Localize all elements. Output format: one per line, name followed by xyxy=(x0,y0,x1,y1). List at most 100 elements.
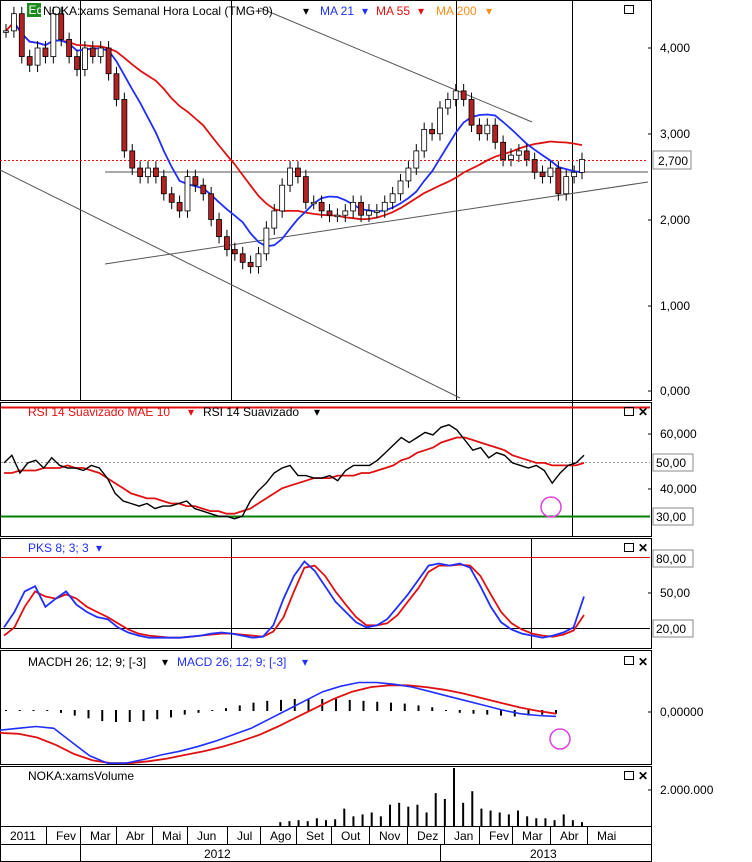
dropdown-arrow-icon[interactable]: ▾ xyxy=(303,4,309,18)
rsi-close-icon[interactable]: ✕ xyxy=(638,405,648,419)
candle-body xyxy=(405,167,412,182)
pks-label[interactable]: PKS 8; 3; 3 xyxy=(28,541,89,555)
month-label: Mai xyxy=(162,829,181,843)
candle-body xyxy=(216,219,222,238)
candle-body xyxy=(579,159,585,173)
rsi-mae-label[interactable]: RSI 14 Suavizado MAE 10 xyxy=(28,405,170,419)
svg-text:50,00: 50,00 xyxy=(660,586,690,600)
volume-label[interactable]: NOKA:xamsVolume xyxy=(28,769,134,783)
svg-text:80,00: 80,00 xyxy=(656,552,686,566)
month-label: Mar xyxy=(522,829,543,843)
macdh-dropdown-icon[interactable]: ▾ xyxy=(162,655,168,669)
year-2013: 2013 xyxy=(530,847,557,861)
month-label: 2011 xyxy=(10,829,36,843)
candle-body xyxy=(523,150,530,160)
macdh-label[interactable]: MACDH 26; 12; 9; [-3] xyxy=(28,655,146,669)
candle-body xyxy=(318,201,325,212)
macd-close-icon[interactable]: ✕ xyxy=(638,655,648,669)
candle-body xyxy=(18,13,25,57)
candle-body xyxy=(444,99,451,109)
rsi-label[interactable]: RSI 14 Suavizado xyxy=(203,405,299,419)
candle-body xyxy=(200,184,207,195)
ma200-label[interactable]: MA 200 xyxy=(436,4,477,18)
candle-body xyxy=(153,167,159,178)
candle-body xyxy=(160,176,167,195)
candle-body xyxy=(97,47,104,57)
ma200-dropdown-icon[interactable]: ▾ xyxy=(486,4,492,18)
candle-body xyxy=(26,56,33,66)
candle-body xyxy=(547,167,554,178)
candle-body xyxy=(287,167,293,186)
candle-body xyxy=(508,154,514,160)
candle-body xyxy=(389,193,396,203)
candle-body xyxy=(302,176,309,203)
candle-body xyxy=(358,201,364,216)
candle-body xyxy=(224,236,230,250)
candle-body xyxy=(468,99,475,126)
month-label: Nov xyxy=(379,829,400,843)
candle-body xyxy=(113,73,120,100)
month-label: Ago xyxy=(270,829,292,843)
candle-body xyxy=(247,261,254,268)
candle-body xyxy=(82,47,88,70)
candle-body xyxy=(421,129,428,152)
svg-text:0,000: 0,000 xyxy=(660,384,690,398)
rsi-mae-dropdown-icon[interactable]: ▾ xyxy=(188,405,194,419)
candle-body xyxy=(168,193,175,203)
svg-text:2,000: 2,000 xyxy=(660,213,690,227)
candle-body xyxy=(397,180,404,195)
candle-body xyxy=(460,90,467,100)
month-labels: 2011 Fev Mar Abr Mai Jun Jul Ago Set Out Nov Dez Jan… xyxy=(0,827,616,844)
ma21-dropdown-icon[interactable]: ▾ xyxy=(362,4,368,18)
rsi-axis: 60,000 50,00 40,000 30,00 xyxy=(648,427,697,526)
month-label: Jan xyxy=(454,829,473,843)
rsi-dropdown-icon[interactable]: ▾ xyxy=(314,405,320,419)
candle-body xyxy=(50,13,57,57)
svg-text:4,000: 4,000 xyxy=(660,41,690,55)
candle-body xyxy=(350,201,357,212)
candle-body xyxy=(500,141,506,160)
candle-body xyxy=(192,176,199,186)
volume-close-icon[interactable]: ✕ xyxy=(638,769,648,783)
candle-body xyxy=(184,176,191,212)
candle-body xyxy=(310,201,317,205)
svg-text:40,000: 40,000 xyxy=(660,482,697,496)
chart-canvas: Eq NOKA:xams Semanal Hora Local (TMG+0) … xyxy=(0,0,714,862)
svg-text:0,00000: 0,00000 xyxy=(660,705,704,719)
volume-axis: 2.000.000 xyxy=(648,783,714,797)
month-label: Mar xyxy=(90,829,111,843)
pks-axis: 80,00 50,00 20,00 xyxy=(648,549,694,638)
month-label: Abr xyxy=(126,829,145,843)
svg-text:1,000: 1,000 xyxy=(660,299,690,313)
price-axis: 4,000 3,000 2,000 1,000 0,000 2,700 xyxy=(648,41,692,398)
candle-body xyxy=(563,176,570,195)
macd-dropdown-icon[interactable]: ▾ xyxy=(302,655,308,669)
svg-text:30,00: 30,00 xyxy=(656,510,686,524)
candle-body xyxy=(66,39,73,57)
month-label: Dez xyxy=(417,829,438,843)
month-label: Fev xyxy=(56,829,76,843)
pks-close-icon[interactable]: ✕ xyxy=(638,541,648,555)
candle-body xyxy=(279,184,286,212)
candle-body xyxy=(231,249,238,255)
candle-body xyxy=(326,210,333,216)
macd-label[interactable]: MACD 26; 12; 9; [-3] xyxy=(177,655,286,669)
ma21-label[interactable]: MA 21 xyxy=(320,4,354,18)
price-panel[interactable] xyxy=(0,0,652,401)
candle-body xyxy=(255,253,262,268)
candle-body xyxy=(295,167,301,178)
candle-body xyxy=(539,171,546,178)
candle-body xyxy=(89,47,96,57)
pks-panel[interactable] xyxy=(0,538,652,649)
candle-body xyxy=(515,150,522,156)
candle-body xyxy=(437,107,443,135)
candle-body xyxy=(484,124,491,135)
pks-dropdown-icon[interactable]: ▾ xyxy=(96,541,102,555)
candle-body xyxy=(239,253,246,263)
candle-body xyxy=(492,124,499,143)
ma55-label[interactable]: MA 55 xyxy=(376,4,410,18)
macd-axis: 0,00000 xyxy=(648,705,704,719)
month-label: Out xyxy=(341,829,361,843)
candle-body xyxy=(531,159,538,173)
ma55-dropdown-icon[interactable]: ▾ xyxy=(418,4,424,18)
